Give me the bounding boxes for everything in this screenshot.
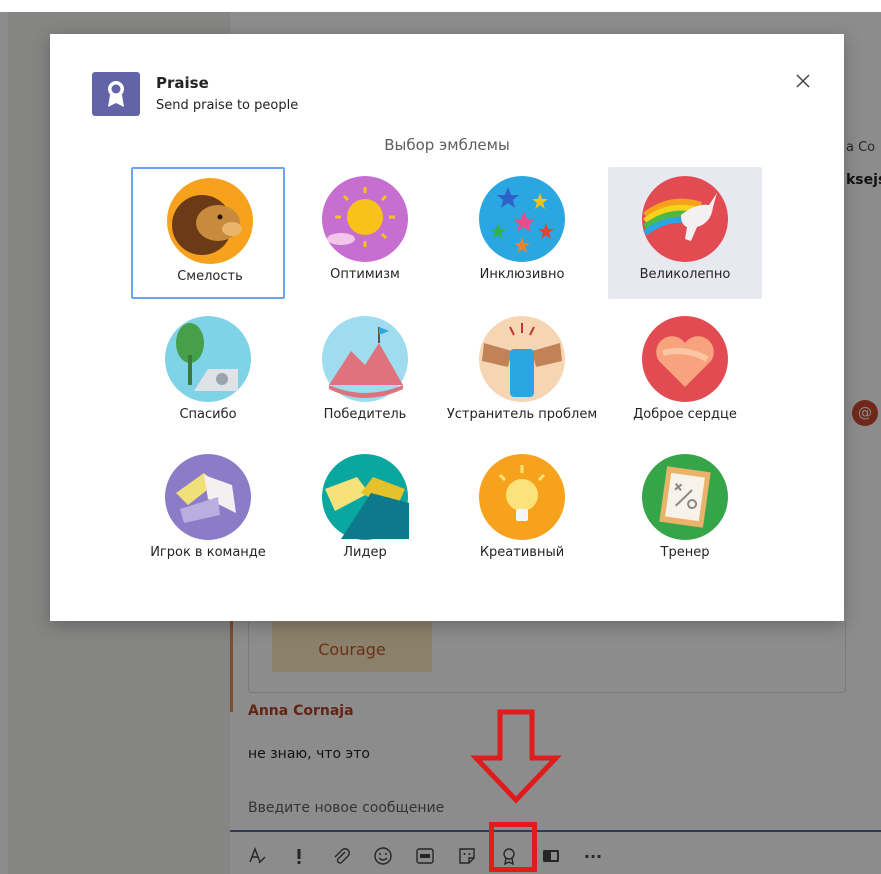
badge-label: Смелость [177, 269, 243, 284]
badge-kind-heart[interactable]: Доброе сердце [608, 307, 762, 439]
badge-label: Великолепно [639, 267, 731, 282]
mountain-flag-icon [322, 316, 408, 402]
badge-coach[interactable]: Тренер [608, 445, 762, 577]
badge-label: Победитель [323, 407, 407, 422]
badge-label: Лидер [343, 545, 387, 560]
badge-optimism[interactable]: Оптимизм [288, 167, 442, 299]
badge-label: Игрок в команде [150, 545, 266, 560]
praise-app-icon [92, 72, 140, 116]
team-hands-icon [165, 454, 251, 540]
sun-icon [322, 176, 408, 262]
praise-dialog: Praise Send praise to people Выбор эмбле… [50, 34, 844, 621]
badge-label: Спасибо [179, 407, 237, 422]
lightbulb-icon [479, 454, 565, 540]
thanks-icon [165, 316, 251, 402]
badge-team-player[interactable]: Игрок в команде [131, 445, 285, 577]
badge-label: Тренер [660, 545, 710, 560]
dialog-title: Praise [156, 74, 209, 92]
fist-icon [479, 316, 565, 402]
stars-icon [479, 176, 565, 262]
handshake-icon [322, 454, 409, 540]
badge-achiever[interactable]: Победитель [288, 307, 442, 439]
close-icon[interactable] [790, 68, 816, 94]
lion-icon [167, 178, 253, 264]
annotation-arrow [470, 709, 562, 804]
annotation-highlight-box [489, 822, 537, 872]
badge-label: Доброе сердце [633, 407, 737, 422]
badge-label: Устранитель проблем [446, 407, 598, 422]
badge-awesome[interactable]: Великолепно [608, 167, 762, 299]
badge-thanks[interactable]: Спасибо [131, 307, 285, 439]
badge-problem-solver[interactable]: Устранитель проблем [445, 307, 599, 439]
badge-label: Оптимизм [330, 267, 400, 282]
badge-label: Инклюзивно [479, 267, 565, 282]
dialog-subtitle: Send praise to people [156, 98, 299, 113]
badge-inclusive[interactable]: Инклюзивно [445, 167, 599, 299]
badge-leader[interactable]: Лидер [288, 445, 442, 577]
badge-creative[interactable]: Креативный [445, 445, 599, 577]
clipboard-icon [642, 454, 728, 540]
badge-label: Креативный [479, 545, 565, 560]
unicorn-icon [642, 176, 728, 262]
heart-hands-icon [642, 316, 728, 402]
badge-courage[interactable]: Смелость [131, 167, 285, 299]
badge-picker-heading: Выбор эмблемы [384, 136, 510, 154]
